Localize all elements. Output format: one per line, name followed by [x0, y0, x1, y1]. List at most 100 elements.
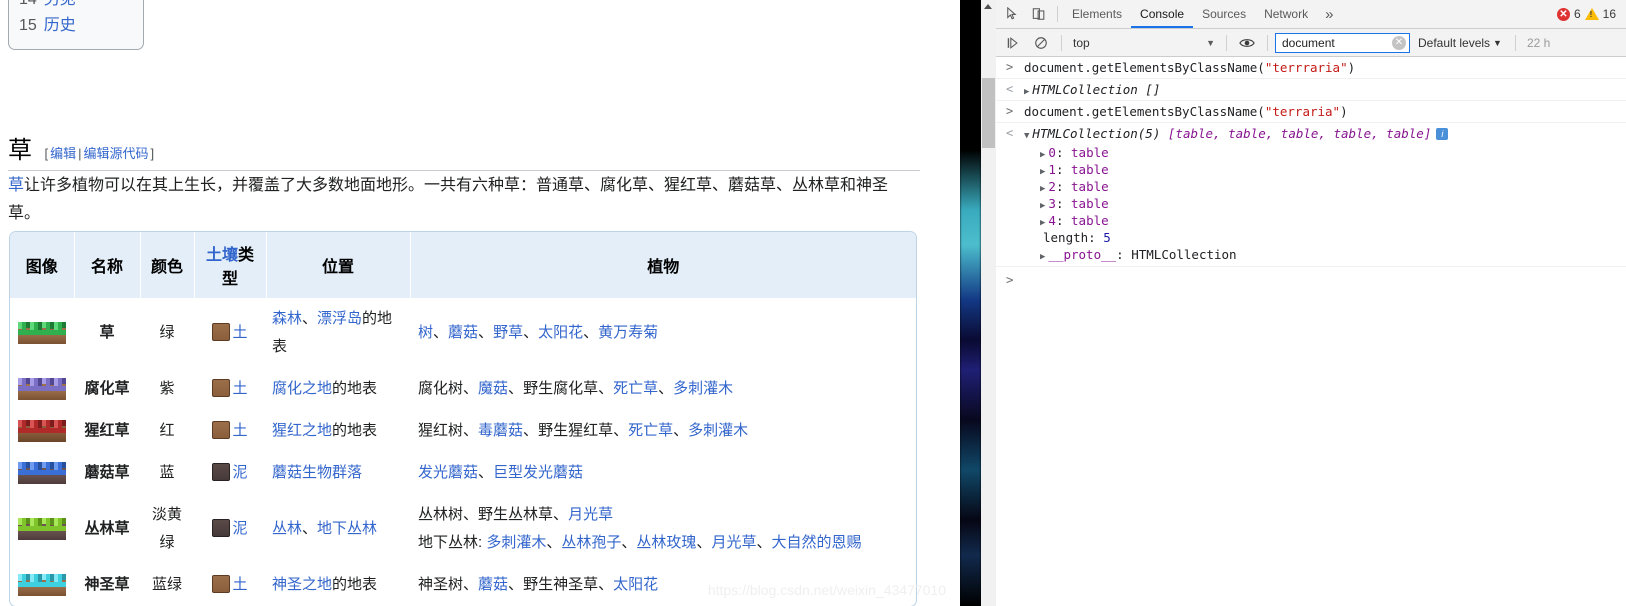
plant-link[interactable]: 月光草 — [711, 534, 756, 551]
plant-link[interactable]: 多刺灌木 — [688, 422, 748, 439]
collapse-triangle-icon[interactable]: ▼ — [1024, 131, 1029, 141]
devtools-scrollbar[interactable] — [981, 0, 996, 606]
plain-text: 、 — [696, 534, 712, 551]
clear-filter-icon[interactable]: ✕ — [1392, 35, 1406, 50]
object-property[interactable]: ▶ 3: table — [996, 195, 1626, 212]
plant-link[interactable]: 森林 — [272, 310, 302, 327]
plant-link[interactable]: 黄万寿菊 — [598, 324, 658, 341]
toc-item-label[interactable]: 另见 — [44, 0, 76, 13]
live-expression-icon[interactable] — [1234, 30, 1260, 56]
result-type: HTMLCollection(5) — [1032, 126, 1168, 141]
toc-item-label[interactable]: 历史 — [44, 13, 76, 39]
soil-name-link[interactable]: 土 — [232, 380, 247, 397]
soil-name-link[interactable]: 土 — [232, 576, 247, 593]
more-tabs-icon[interactable]: » — [1317, 6, 1341, 23]
log-levels-selector[interactable]: Default levels ▼ — [1412, 36, 1508, 50]
edit-link[interactable]: 编辑 — [48, 146, 78, 161]
console-input-marker: > — [1006, 104, 1014, 118]
toc-item[interactable]: 15 历史 — [19, 13, 133, 39]
object-property[interactable]: ▶ 2: table — [996, 178, 1626, 195]
console-output[interactable]: > document.getElementsByClassName("terrra… — [996, 57, 1626, 606]
plant-link[interactable]: 神圣之地 — [272, 576, 332, 593]
plant-link[interactable]: 树 — [418, 324, 433, 341]
expand-triangle-icon[interactable]: ▶ — [1040, 167, 1045, 177]
scroll-up-arrow-icon[interactable] — [984, 4, 992, 9]
device-toolbar-icon[interactable] — [1026, 1, 1052, 27]
object-property[interactable]: ▶ 0: table — [996, 144, 1626, 161]
plain-text: 、 — [598, 576, 614, 593]
section-heading: 草 [编辑 | 编辑源代码] — [8, 130, 920, 171]
plant-link[interactable]: 死亡草 — [628, 422, 673, 439]
object-property[interactable]: ▶ 1: table — [996, 161, 1626, 178]
plain-text: 、 — [302, 310, 318, 327]
plant-link[interactable]: 蘑菇 — [448, 324, 478, 341]
expand-triangle-icon[interactable]: ▶ — [1040, 252, 1045, 262]
object-property[interactable]: length: 5 — [996, 229, 1626, 246]
soil-name-link[interactable]: 泥 — [232, 520, 247, 537]
clear-console-icon[interactable] — [1028, 30, 1054, 56]
plant-link[interactable]: 魔菇 — [478, 380, 508, 397]
error-icon: ✕ — [1556, 7, 1570, 21]
plant-link[interactable]: 太阳花 — [538, 324, 583, 341]
bracket-close: ] — [150, 146, 155, 161]
result-item: table — [1386, 126, 1424, 141]
cell-image — [10, 410, 74, 452]
plant-link[interactable]: 野草 — [493, 324, 523, 341]
expand-triangle-icon[interactable]: ▶ — [1024, 87, 1029, 97]
console-expression: document.getElementsByClassName("terrrar… — [1024, 60, 1355, 75]
plant-link[interactable]: 丛林 — [272, 520, 302, 537]
toc-item-number: 15 — [19, 17, 37, 34]
console-output-line[interactable]: < ▼ HTMLCollection(5) [table, table, table… — [996, 123, 1626, 144]
property-separator: : — [1055, 145, 1072, 160]
scrollbar-thumb[interactable] — [982, 78, 995, 148]
plant-link[interactable]: 地下丛林 — [317, 520, 377, 537]
plant-link[interactable]: 蘑菇生物群落 — [272, 464, 362, 481]
console-input-line[interactable]: > document.getElementsByClassName("terrra… — [996, 57, 1626, 79]
soil-name-link[interactable]: 土 — [232, 422, 247, 439]
plant-link[interactable]: 丛林孢子 — [561, 534, 621, 551]
plant-link[interactable]: 月光草 — [568, 506, 613, 523]
console-input-line[interactable]: > document.getElementsByClassName("terrar… — [996, 101, 1626, 123]
tab-console[interactable]: Console — [1131, 0, 1193, 28]
plant-link[interactable]: 丛林玫瑰 — [636, 534, 696, 551]
soil-name-link[interactable]: 土 — [232, 324, 247, 341]
tab-sources[interactable]: Sources — [1193, 0, 1255, 28]
expand-triangle-icon[interactable]: ▶ — [1040, 201, 1045, 211]
plant-link[interactable]: 毒蘑菇 — [478, 422, 523, 439]
console-prompt[interactable]: > — [996, 267, 1626, 292]
soil-name-link[interactable]: 泥 — [232, 464, 247, 481]
console-output-line[interactable]: < ▶ HTMLCollection [] — [996, 79, 1626, 101]
plant-link[interactable]: 多刺灌木 — [673, 380, 733, 397]
expand-triangle-icon[interactable]: ▶ — [1040, 184, 1045, 194]
object-property[interactable]: ▶ 4: table — [996, 212, 1626, 229]
plant-link[interactable]: 大自然的恩赐 — [771, 534, 861, 551]
soil-link[interactable]: 土壤 — [206, 247, 238, 264]
expand-triangle-icon[interactable]: ▶ — [1040, 218, 1045, 228]
plant-link[interactable]: 发光蘑菇 — [418, 464, 478, 481]
console-filter-input[interactable]: document ✕ — [1275, 32, 1410, 53]
info-badge-icon[interactable]: i — [1436, 128, 1449, 140]
execute-icon[interactable] — [1000, 30, 1026, 56]
plant-link[interactable]: 多刺灌木 — [486, 534, 546, 551]
edit-source-link[interactable]: 编辑源代码 — [82, 146, 151, 161]
tab-elements[interactable]: Elements — [1063, 0, 1131, 28]
hidden-messages-count[interactable]: 22 h — [1523, 36, 1550, 50]
toc-item[interactable]: 14 另见 — [19, 0, 133, 13]
tab-network[interactable]: Network — [1255, 0, 1317, 28]
plant-link[interactable]: 腐化之地 — [272, 380, 332, 397]
context-selector[interactable]: top ▼ — [1069, 33, 1219, 53]
plant-link[interactable]: 漂浮岛 — [317, 310, 362, 327]
console-output-expanded[interactable]: < ▼ HTMLCollection(5) [table, table, table… — [996, 123, 1626, 267]
log-levels-value: Default levels — [1418, 35, 1491, 50]
plant-link[interactable]: 猩红之地 — [272, 422, 332, 439]
object-property[interactable]: ▶ __proto__: HTMLCollection — [996, 246, 1626, 263]
plant-link[interactable]: 太阳花 — [613, 576, 658, 593]
plant-link[interactable]: 巨型发光蘑菇 — [493, 464, 583, 481]
grass-link[interactable]: 草 — [8, 177, 24, 194]
issue-counts[interactable]: ✕ 6 ! 16 — [1556, 7, 1622, 21]
cell-image — [10, 494, 74, 564]
expand-triangle-icon[interactable]: ▶ — [1040, 150, 1045, 160]
inspect-element-icon[interactable] — [1000, 1, 1026, 27]
plant-link[interactable]: 蘑菇 — [478, 576, 508, 593]
plant-link[interactable]: 死亡草 — [613, 380, 658, 397]
